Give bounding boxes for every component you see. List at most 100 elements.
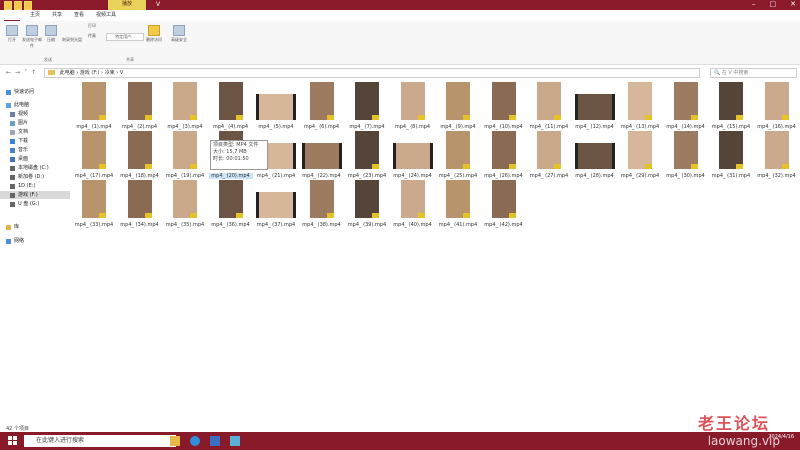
file-item[interactable]: mp4_ (39).mp4 xyxy=(345,180,389,228)
file-item[interactable]: mp4_ (36).mp4 xyxy=(209,180,253,228)
breadcrumb-folder[interactable]: 冷束 xyxy=(105,70,115,76)
file-explorer-icon[interactable] xyxy=(170,436,180,446)
fax-button[interactable]: 传真 xyxy=(84,33,100,39)
up-icon[interactable]: ↑ xyxy=(31,69,40,76)
folder-icon[interactable] xyxy=(4,1,12,10)
app-icon[interactable] xyxy=(230,436,240,446)
file-item[interactable]: mp4_ (5).mp4 xyxy=(254,82,298,130)
breadcrumb-current[interactable]: V xyxy=(120,70,123,76)
back-icon[interactable]: ← xyxy=(6,69,15,76)
media-badge-icon xyxy=(144,164,152,169)
new-folder-icon[interactable] xyxy=(24,1,32,10)
file-item[interactable]: mp4_ (10).mp4 xyxy=(482,82,526,130)
file-item[interactable]: mp4_ (4).mp4 xyxy=(209,82,253,130)
video-thumbnail xyxy=(256,94,296,120)
file-item[interactable]: mp4_ (41).mp4 xyxy=(436,180,480,228)
address-bar[interactable]: 此电脑 › 游戏 (F:) › 冷束 › V xyxy=(44,68,700,78)
minimize-button[interactable]: – xyxy=(752,0,756,9)
zip-button[interactable]: 压缩 xyxy=(44,25,58,43)
file-item[interactable]: mp4_ (1).mp4 xyxy=(72,82,116,130)
tab-share[interactable]: 共享 xyxy=(52,11,62,18)
open-button[interactable]: 打开 xyxy=(4,25,20,43)
nav-drive-d[interactable]: 新加卷 (D:) xyxy=(10,173,44,181)
file-item[interactable]: mp4_ (31).mp4 xyxy=(709,131,753,179)
share-with-dropdown[interactable]: 特定用户... xyxy=(106,33,144,41)
video-thumbnail xyxy=(301,143,342,169)
watermark-text: 老王论坛 xyxy=(697,414,770,433)
nav-pictures[interactable]: 图片 xyxy=(10,119,28,127)
email-button[interactable]: 发送电子邮件 xyxy=(22,25,42,49)
nav-documents[interactable]: 文档 xyxy=(10,128,28,136)
file-item[interactable]: mp4_ (12).mp4 xyxy=(573,82,617,130)
file-item[interactable]: mp4_ (25).mp4 xyxy=(436,131,480,179)
file-item[interactable]: mp4_ (23).mp4 xyxy=(345,131,389,179)
file-item[interactable]: mp4_ (32).mp4 xyxy=(755,131,799,179)
file-item[interactable]: mp4_ (28).mp4 xyxy=(573,131,617,179)
file-item[interactable]: mp4_ (9).mp4 xyxy=(436,82,480,130)
file-item[interactable]: mp4_ (6).mp4 xyxy=(300,82,344,130)
file-item[interactable]: mp4_ (22).mp4 xyxy=(300,131,344,179)
file-item[interactable]: mp4_ (27).mp4 xyxy=(527,131,571,179)
remove-access-button[interactable]: 删除访问 xyxy=(146,25,162,43)
file-item[interactable]: mp4_ (35).mp4 xyxy=(163,180,207,228)
nav-drive-c[interactable]: 本地磁盘 (C:) xyxy=(10,164,49,172)
nav-this-pc[interactable]: 此电脑 xyxy=(6,101,29,109)
search-input[interactable]: 🔍 在 V 中搜索 xyxy=(710,68,797,78)
file-name: mp4_ (4).mp4 xyxy=(212,124,249,130)
file-item[interactable]: mp4_ (13).mp4 xyxy=(618,82,662,130)
tab-video-tools[interactable]: 视频工具 xyxy=(96,11,116,18)
video-thumbnail xyxy=(127,131,152,169)
file-item[interactable]: mp4_ (2).mp4 xyxy=(118,82,162,130)
file-item[interactable]: mp4_ (11).mp4 xyxy=(527,82,571,130)
forward-icon[interactable]: → xyxy=(15,69,24,76)
file-item[interactable]: mp4_ (42).mp4 xyxy=(482,180,526,228)
maximize-button[interactable]: □ xyxy=(770,0,777,9)
nav-videos[interactable]: 视频 xyxy=(10,110,28,118)
film-strip xyxy=(611,94,615,120)
breadcrumb-this-pc[interactable]: 此电脑 xyxy=(60,70,75,76)
file-item[interactable]: mp4_ (15).mp4 xyxy=(709,82,753,130)
advanced-security-button[interactable]: 高级安全 xyxy=(168,25,190,43)
file-item[interactable]: mp4_ (34).mp4 xyxy=(118,180,162,228)
close-button[interactable]: ✕ xyxy=(790,0,796,9)
file-item[interactable]: mp4_ (40).mp4 xyxy=(391,180,435,228)
tab-view[interactable]: 查看 xyxy=(74,11,84,18)
video-thumbnail xyxy=(218,180,243,218)
nav-network[interactable]: 网络 xyxy=(6,237,24,245)
file-item[interactable]: mp4_ (8).mp4 xyxy=(391,82,435,130)
file-item[interactable]: mp4_ (26).mp4 xyxy=(482,131,526,179)
file-item[interactable]: mp4_ (30).mp4 xyxy=(664,131,708,179)
file-item[interactable]: mp4_ (7).mp4 xyxy=(345,82,389,130)
nav-desktop[interactable]: 桌面 xyxy=(10,155,28,163)
properties-icon[interactable] xyxy=(14,1,22,10)
file-item[interactable]: mp4_ (17).mp4 xyxy=(72,131,116,179)
start-button[interactable] xyxy=(8,436,17,445)
file-item[interactable]: mp4_ (19).mp4 xyxy=(163,131,207,179)
tab-play[interactable]: 播放 xyxy=(108,0,146,10)
burn-button[interactable]: 刻录到光盘 xyxy=(60,37,84,43)
nav-drive-g[interactable]: U 盘 (G:) xyxy=(10,200,39,208)
nav-libraries[interactable]: 库 xyxy=(6,223,19,231)
nav-quick-access[interactable]: 快速访问 xyxy=(6,88,34,96)
file-item[interactable]: mp4_ (18).mp4 xyxy=(118,131,162,179)
breadcrumb-drive[interactable]: 游戏 (F:) xyxy=(80,70,100,76)
file-item[interactable]: mp4_ (33).mp4 xyxy=(72,180,116,228)
file-item[interactable]: mp4_ (16).mp4 xyxy=(755,82,799,130)
nav-music[interactable]: 音乐 xyxy=(10,146,28,154)
chevron-down-icon[interactable]: ˅ xyxy=(24,69,31,76)
nav-drive-e[interactable]: 1D (E:) xyxy=(10,182,35,190)
print-button[interactable]: 打印 xyxy=(84,23,100,29)
file-item[interactable]: mp4_ (14).mp4 xyxy=(664,82,708,130)
nav-downloads[interactable]: 下载 xyxy=(10,137,28,145)
file-item[interactable]: mp4_ (24).mp4 xyxy=(391,131,435,179)
file-name: mp4_ (7).mp4 xyxy=(349,124,385,130)
file-item[interactable]: mp4_ (37).mp4 xyxy=(254,180,298,228)
file-item[interactable]: mp4_ (3).mp4 xyxy=(163,82,207,130)
tab-home[interactable]: 主页 xyxy=(30,11,40,18)
file-item[interactable]: mp4_ (29).mp4 xyxy=(618,131,662,179)
store-icon[interactable] xyxy=(210,436,220,446)
file-item[interactable]: mp4_ (38).mp4 xyxy=(300,180,344,228)
edge-icon[interactable] xyxy=(190,436,200,446)
taskbar-search[interactable]: 在此键入进行搜索 xyxy=(24,435,176,447)
nav-drive-f[interactable]: 游戏 (F:) xyxy=(0,191,70,199)
